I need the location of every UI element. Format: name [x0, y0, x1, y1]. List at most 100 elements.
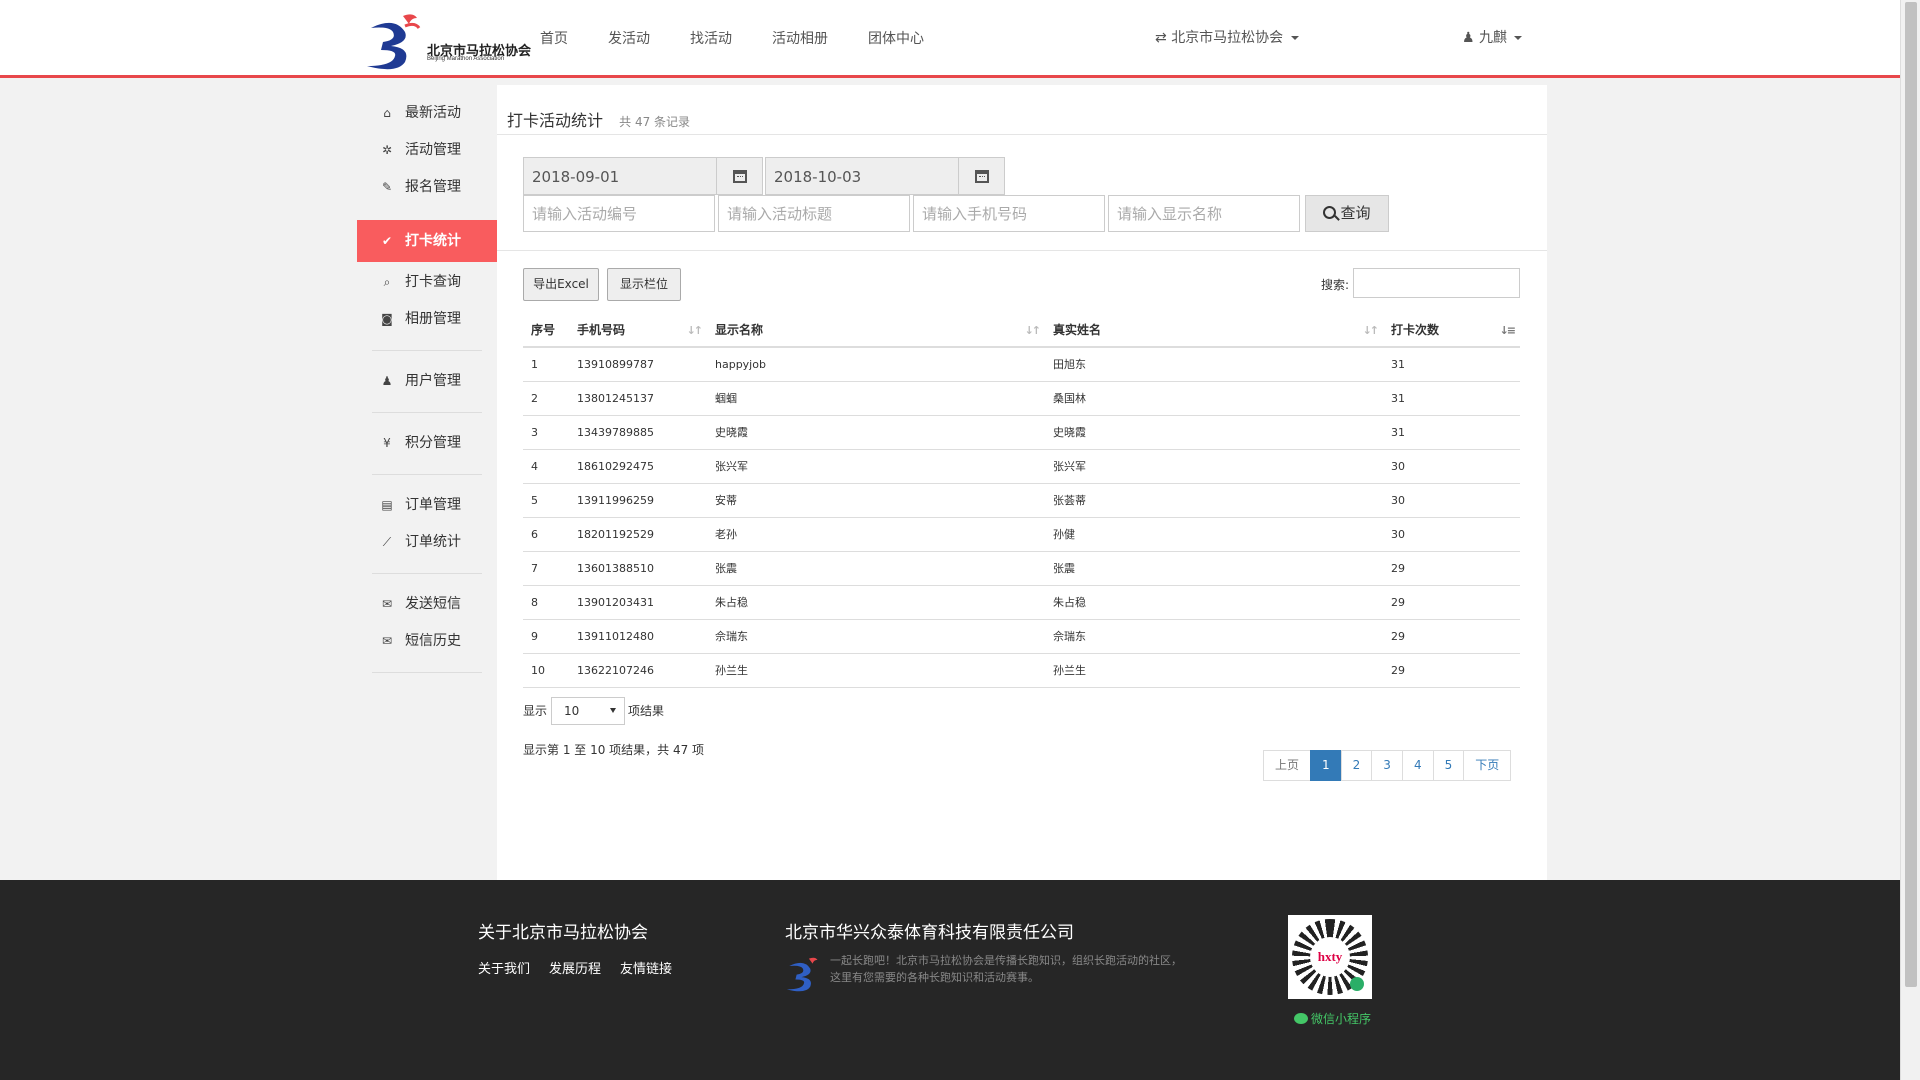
sidebar-item-sms-history[interactable]: ✉ 短信历史: [357, 623, 497, 660]
table-row: 9 13911012480 佘瑞东 佘瑞东 29: [523, 619, 1520, 654]
nav-find-activity[interactable]: 找活动: [690, 28, 732, 48]
start-date-calendar-button[interactable]: [717, 157, 763, 195]
cell-phone: 18610292475: [569, 449, 707, 484]
sidebar: ⌂ 最新活动 ✲ 活动管理 ✎ 报名管理 ✔ 打卡统计 ⌕ 打卡查询 ◙ 相册管理 ♟ 用户管…: [357, 95, 503, 685]
sidebar-item-checkin-stats[interactable]: ✔ 打卡统计: [357, 220, 503, 262]
footer-link-about[interactable]: 关于我们: [478, 958, 530, 977]
page-scrollbar[interactable]: [1900, 0, 1920, 1080]
sidebar-item-order-management[interactable]: ▤ 订单管理: [357, 487, 497, 524]
activity-no-input[interactable]: [523, 195, 715, 232]
cell-checkin-count: 30: [1383, 483, 1520, 518]
table-info: 显示第 1 至 10 项结果，共 47 项: [523, 743, 705, 757]
cell-display-name: 史晓霞: [707, 415, 1045, 450]
cell-index: 1: [523, 347, 569, 382]
cell-phone: 18201192529: [569, 517, 707, 552]
footer-about-title: 关于北京市马拉松协会: [478, 923, 648, 943]
sidebar-item-order-stats[interactable]: ⟋ 订单统计: [357, 524, 497, 561]
col-header-label: 显示名称: [715, 323, 764, 337]
phone-input[interactable]: [913, 195, 1105, 232]
table-row: 7 13601388510 张震 张震 29: [523, 551, 1520, 586]
export-excel-button[interactable]: 导出Excel: [523, 268, 599, 301]
exchange-icon: ⇄: [1155, 30, 1167, 46]
envelope-o-icon: ✉: [381, 634, 393, 648]
sidebar-divider: [372, 350, 482, 351]
cell-display-name: 孙兰生: [707, 653, 1045, 688]
table-row: 2 13801245137 蝈蝈 桑国林 31: [523, 381, 1520, 416]
sidebar-item-album-management[interactable]: ◙ 相册管理: [357, 301, 497, 338]
nav-group-center[interactable]: 团体中心: [868, 28, 924, 48]
table-row: 3 13439789885 史晓霞 史晓霞 31: [523, 415, 1520, 450]
qr-center-text: hxty: [1310, 937, 1350, 977]
pager-page-1[interactable]: 1: [1310, 750, 1342, 781]
sidebar-item-send-sms[interactable]: ✉ 发送短信: [357, 586, 497, 623]
cell-checkin-count: 31: [1383, 347, 1520, 382]
nav-home[interactable]: 首页: [540, 28, 568, 48]
sidebar-item-checkin-query[interactable]: ⌕ 打卡查询: [357, 264, 497, 301]
org-switch-dropdown[interactable]: ⇄ 北京市马拉松协会: [1155, 27, 1299, 47]
cell-checkin-count: 29: [1383, 619, 1520, 654]
sidebar-item-label: 用户管理: [405, 373, 461, 389]
query-button[interactable]: 查询: [1305, 195, 1389, 232]
col-header-phone[interactable]: 手机号码 ↓↑: [569, 313, 707, 348]
column-visibility-button[interactable]: 显示栏位: [607, 268, 681, 301]
page-length-select[interactable]: 10: [551, 697, 625, 725]
sidebar-item-label: 报名管理: [405, 179, 461, 195]
sidebar-item-signup-management[interactable]: ✎ 报名管理: [357, 169, 497, 206]
sidebar-item-points-management[interactable]: ¥ 积分管理: [357, 425, 497, 462]
activity-title-input[interactable]: [718, 195, 910, 232]
site-logo[interactable]: 北京市马拉松协会 Beijing Marathon Association: [365, 10, 535, 72]
main-nav: 首页 发活动 找活动 活动相册 团体中心: [540, 28, 964, 48]
footer-link-friends[interactable]: 友情链接: [620, 958, 672, 977]
cell-real-name: 史晓霞: [1045, 415, 1383, 450]
mini-program-qr-code: hxty: [1288, 915, 1372, 999]
mini-program-label[interactable]: 微信小程序: [1294, 1010, 1371, 1027]
sidebar-item-user-management[interactable]: ♟ 用户管理: [357, 363, 497, 400]
pager-page-2[interactable]: 2: [1340, 750, 1373, 781]
display-name-input[interactable]: [1108, 195, 1300, 232]
caret-down-icon: [610, 708, 616, 713]
user-icon: ♟: [381, 374, 393, 388]
table-row: 1 13910899787 happyjob 田旭东 31: [523, 347, 1520, 382]
pager-page-5[interactable]: 5: [1432, 750, 1465, 781]
cell-phone: 13911012480: [569, 619, 707, 654]
cell-real-name: 朱占稳: [1045, 585, 1383, 620]
end-date-calendar-button[interactable]: [959, 157, 1005, 195]
cell-phone: 13901203431: [569, 585, 707, 620]
table-row: 10 13622107246 孙兰生 孙兰生 29: [523, 653, 1520, 688]
cell-phone: 13622107246: [569, 653, 707, 688]
sidebar-item-activity-management[interactable]: ✲ 活动管理: [357, 132, 497, 169]
user-menu-dropdown[interactable]: ♟ 九麒: [1462, 27, 1523, 47]
footer-link-history[interactable]: 发展历程: [549, 958, 601, 977]
cell-real-name: 张荟蒂: [1045, 483, 1383, 518]
qr-badge-icon: [1350, 977, 1364, 991]
cell-phone: 13439789885: [569, 415, 707, 450]
start-date-input[interactable]: 2018-09-01: [523, 157, 717, 195]
col-header-checkin-count[interactable]: 打卡次数 ↓≡: [1383, 313, 1520, 348]
nav-activity-album[interactable]: 活动相册: [772, 28, 828, 48]
cell-real-name: 孙健: [1045, 517, 1383, 552]
sidebar-divider: [372, 672, 482, 673]
sidebar-item-label: 短信历史: [405, 633, 461, 649]
sidebar-item-latest-activity[interactable]: ⌂ 最新活动: [357, 95, 497, 132]
pagination: 上页 1 2 3 4 5 下页: [1263, 750, 1512, 781]
sidebar-item-label: 相册管理: [405, 311, 461, 327]
wechat-icon: [1294, 1013, 1308, 1024]
sort-desc-icon: ↓≡: [1499, 324, 1517, 337]
cell-index: 10: [523, 653, 569, 688]
col-header-display-name[interactable]: 显示名称 ↓↑: [707, 313, 1045, 348]
pager-prev[interactable]: 上页: [1263, 750, 1312, 781]
col-header-real-name[interactable]: 真实姓名 ↓↑: [1045, 313, 1383, 348]
pager-next[interactable]: 下页: [1463, 750, 1512, 781]
table-body: 1 13910899787 happyjob 田旭东 31 2 13801245137 蝈蝈桑…: [523, 347, 1520, 688]
cell-checkin-count: 29: [1383, 585, 1520, 620]
pager-page-4[interactable]: 4: [1401, 750, 1434, 781]
nav-publish-activity[interactable]: 发活动: [608, 28, 650, 48]
sidebar-item-label: 订单管理: [405, 497, 461, 513]
sidebar-item-label: 打卡查询: [405, 274, 461, 290]
end-date-input[interactable]: 2018-10-03: [765, 157, 959, 195]
cell-display-name: 佘瑞东: [707, 619, 1045, 654]
table-search-input[interactable]: [1353, 268, 1520, 298]
cell-display-name: 张震: [707, 551, 1045, 586]
scrollbar-thumb[interactable]: [1905, 2, 1917, 987]
pager-page-3[interactable]: 3: [1371, 750, 1403, 781]
